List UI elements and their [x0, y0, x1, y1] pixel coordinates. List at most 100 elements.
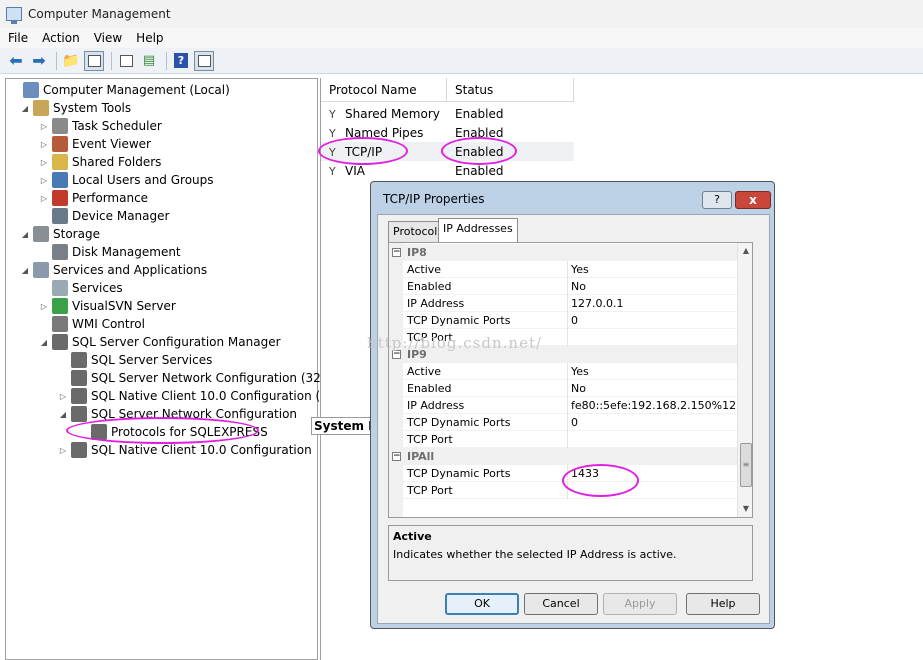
grid-property-row[interactable]: TCP Dynamic Ports 0	[389, 312, 738, 329]
tree-item[interactable]: Device Manager	[39, 207, 169, 225]
tree-item-label: WMI Control	[72, 317, 145, 331]
grid-scrollbar[interactable]: ▲ ≡ ▼	[737, 243, 752, 517]
tree-item[interactable]: ▷ VisualSVN Server	[39, 297, 176, 315]
grid-property-value[interactable]: 0	[571, 416, 578, 429]
collapsed-arrow-icon[interactable]: ▷	[39, 194, 49, 203]
expanded-arrow-icon[interactable]: ◢	[20, 266, 30, 275]
ok-button[interactable]: OK	[445, 593, 519, 615]
sql-client-icon	[71, 388, 87, 404]
column-header-protocol-name[interactable]: Protocol Name	[321, 78, 447, 102]
forward-button[interactable]: ➡	[29, 51, 49, 71]
collapsed-arrow-icon[interactable]: ▷	[58, 392, 68, 401]
tree-item-label: Performance	[72, 191, 149, 205]
annotation-oval-protocols	[66, 417, 259, 444]
tree-item[interactable]: ◢ System Tools	[20, 99, 131, 117]
grid-property-value[interactable]: 127.0.0.1	[571, 297, 623, 310]
tree-item[interactable]: WMI Control	[39, 315, 145, 333]
tree-item[interactable]: Services	[39, 279, 123, 297]
grid-property-row[interactable]: Enabled No	[389, 380, 738, 397]
grid-column-divider	[567, 329, 568, 346]
tree-item[interactable]: ◢ Services and Applications	[20, 261, 207, 279]
grid-property-value[interactable]: No	[571, 280, 586, 293]
collapsed-arrow-icon[interactable]: ▷	[58, 446, 68, 455]
tab-protocol[interactable]: Protocol	[388, 221, 443, 242]
tree-item[interactable]: SQL Server Services	[58, 351, 212, 369]
scroll-thumb[interactable]: ≡	[740, 443, 752, 487]
help-dialog-button[interactable]: Help	[686, 593, 760, 615]
collapsed-arrow-icon[interactable]: ▷	[39, 140, 49, 149]
tree-item[interactable]: Disk Management	[39, 243, 181, 261]
menu-bar: File Action View Help	[0, 28, 923, 48]
menu-view[interactable]: View	[94, 31, 122, 45]
grid-property-value[interactable]: Yes	[571, 263, 589, 276]
grid-property-row[interactable]: TCP Port	[389, 329, 738, 346]
tab-ip-addresses[interactable]: IP Addresses	[438, 218, 518, 242]
dialog-help-button[interactable]: ?	[702, 191, 732, 209]
computer-management-icon	[6, 7, 22, 24]
menu-help[interactable]: Help	[136, 31, 163, 45]
menu-file[interactable]: File	[8, 31, 28, 45]
grid-property-value[interactable]: Yes	[571, 365, 589, 378]
grid-category-row[interactable]: − IPAll	[389, 448, 738, 465]
collapsed-arrow-icon[interactable]: ▷	[39, 176, 49, 185]
expanded-arrow-icon[interactable]: ◢	[58, 410, 68, 419]
properties-button[interactable]	[116, 51, 136, 71]
grid-property-row[interactable]: Enabled No	[389, 278, 738, 295]
collapsed-arrow-icon[interactable]: ▷	[39, 302, 49, 311]
grid-category-row[interactable]: − IP8	[389, 244, 738, 261]
expanded-arrow-icon[interactable]: ◢	[20, 104, 30, 113]
apply-button[interactable]: Apply	[603, 593, 677, 615]
tree-item[interactable]: ◢ Storage	[20, 225, 100, 243]
expanded-arrow-icon[interactable]: ◢	[39, 338, 49, 347]
tree-item[interactable]: ◢ SQL Server Configuration Manager	[39, 333, 281, 351]
protocol-status: Enabled	[455, 106, 504, 121]
grid-category-row[interactable]: − IP9	[389, 346, 738, 363]
collapse-icon[interactable]: −	[392, 350, 401, 359]
tree-item[interactable]: ▷ Task Scheduler	[39, 117, 162, 135]
expanded-arrow-icon[interactable]: ◢	[20, 230, 30, 239]
show-hide-tree-button[interactable]	[84, 50, 104, 71]
grid-property-row[interactable]: TCP Port	[389, 431, 738, 448]
tree-item[interactable]: ▷ Local Users and Groups	[39, 171, 214, 189]
grid-property-row[interactable]: Active Yes	[389, 261, 738, 278]
collapsed-arrow-icon[interactable]: ▷	[39, 158, 49, 167]
grid-property-value[interactable]: 0	[571, 314, 578, 327]
tree-item[interactable]: ▷ Performance	[39, 189, 148, 207]
protocol-row[interactable]: Y Shared Memory Enabled	[321, 104, 574, 123]
tree-item-label: Event Viewer	[72, 137, 151, 151]
grid-property-value[interactable]: No	[571, 382, 586, 395]
protocol-name: Shared Memory	[345, 106, 440, 121]
tree-item[interactable]: SQL Server Network Configuration (32bit)	[58, 369, 341, 387]
grid-property-row[interactable]: TCP Dynamic Ports 0	[389, 414, 738, 431]
collapse-icon[interactable]: −	[392, 248, 401, 257]
tree-item[interactable]: ▷ SQL Native Client 10.0 Configuration (3…	[58, 387, 356, 405]
tree-item-label: System Tools	[53, 101, 132, 115]
grid-property-row[interactable]: Active Yes	[389, 363, 738, 380]
cancel-button[interactable]: Cancel	[524, 593, 598, 615]
grid-property-name: Enabled	[407, 279, 452, 293]
scroll-down-icon[interactable]: ▼	[738, 501, 752, 517]
dialog-close-button[interactable]: x	[735, 191, 771, 209]
menu-action[interactable]: Action	[42, 31, 80, 45]
grid-property-row[interactable]: IP Address fe80::5efe:192.168.2.150%12	[389, 397, 738, 414]
grid-property-row[interactable]: IP Address 127.0.0.1	[389, 295, 738, 312]
sql-network-icon	[71, 406, 87, 422]
scroll-up-icon[interactable]: ▲	[738, 243, 752, 259]
grid-column-divider	[567, 431, 568, 448]
console-tree[interactable]: Computer Management (Local) ◢ System Tools…	[5, 78, 356, 660]
grid-column-divider	[567, 278, 568, 295]
action-pane-button[interactable]	[194, 50, 214, 71]
collapse-icon[interactable]: −	[392, 452, 401, 461]
tree-item[interactable]: ▷ SQL Native Client 10.0 Configuration	[58, 441, 312, 459]
column-header-status[interactable]: Status	[447, 78, 574, 102]
back-button[interactable]: ⬅	[6, 51, 26, 71]
up-folder-button[interactable]: 📁	[61, 51, 81, 71]
tree-item[interactable]: Computer Management (Local)	[10, 81, 230, 99]
sql-network-icon	[71, 370, 87, 386]
grid-property-value[interactable]: fe80::5efe:192.168.2.150%12	[571, 399, 736, 412]
tree-item[interactable]: ▷ Event Viewer	[39, 135, 151, 153]
collapsed-arrow-icon[interactable]: ▷	[39, 122, 49, 131]
tree-item[interactable]: ▷ Shared Folders	[39, 153, 161, 171]
export-list-button[interactable]: ▤	[139, 51, 159, 71]
help-button[interactable]: ?	[171, 51, 191, 71]
